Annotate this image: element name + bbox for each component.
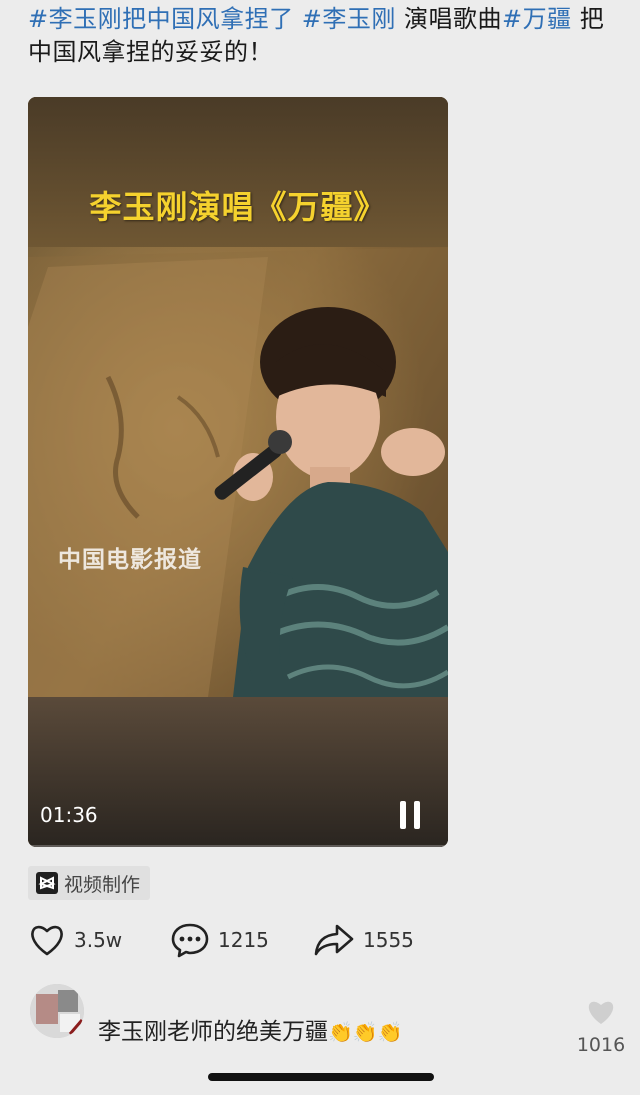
avatar-image <box>30 984 84 1038</box>
avatar[interactable] <box>30 984 84 1038</box>
share-count: 1555 <box>363 928 414 952</box>
video-made-tag[interactable]: 视频制作 <box>28 866 151 900</box>
comment-count: 1215 <box>218 928 269 952</box>
post-page: #李玉刚把中国风拿捏了 #李玉刚 演唱歌曲#万疆 把中国风拿捏的妥妥的！ 李玉刚… <box>0 0 640 1095</box>
heart-icon <box>31 925 63 956</box>
video-progress-track[interactable] <box>28 845 448 847</box>
comment-icon <box>171 923 209 958</box>
clap-icon: 👏👏👏 <box>328 1020 403 1044</box>
share-button[interactable]: 1555 <box>313 920 414 960</box>
video-duration: 01:36 <box>40 803 98 827</box>
like-button[interactable]: 3.5w <box>28 920 122 960</box>
pause-bar <box>400 801 406 829</box>
hashtag-link[interactable]: #李玉刚把中国风拿捏了 <box>28 5 294 33</box>
comment-body: 李玉刚老师的绝美万疆 <box>98 1019 328 1045</box>
video-watermark: 中国电影报道 <box>58 547 202 573</box>
capcut-icon <box>36 872 58 894</box>
video-title: 李玉刚演唱《万疆》 <box>89 188 387 226</box>
heart-icon <box>588 1001 614 1024</box>
video-player[interactable]: 李玉刚演唱《万疆》 中国电影报道 01:36 <box>28 97 448 847</box>
pause-bar <box>414 801 420 829</box>
hashtag-link[interactable]: #李玉刚 <box>302 5 396 33</box>
comment-like-count: 1016 <box>576 1034 626 1056</box>
hashtag-link[interactable]: #万疆 <box>502 5 572 33</box>
comment-text: 李玉刚老师的绝美万疆👏👏👏 <box>98 1012 403 1046</box>
post-body-text: 演唱歌曲 <box>404 5 502 33</box>
post-text: #李玉刚把中国风拿捏了 #李玉刚 演唱歌曲#万疆 把中国风拿捏的妥妥的！ <box>28 3 618 69</box>
pause-icon[interactable] <box>398 801 424 829</box>
like-count: 3.5w <box>74 928 123 952</box>
share-icon <box>314 924 354 956</box>
comment-button[interactable]: 1215 <box>170 920 269 960</box>
action-bar: 3.5w 1215 1555 <box>28 920 628 960</box>
video-made-label: 视频制作 <box>64 873 141 896</box>
comment-like-button[interactable]: 1016 <box>576 998 626 1056</box>
home-indicator[interactable] <box>208 1073 434 1081</box>
